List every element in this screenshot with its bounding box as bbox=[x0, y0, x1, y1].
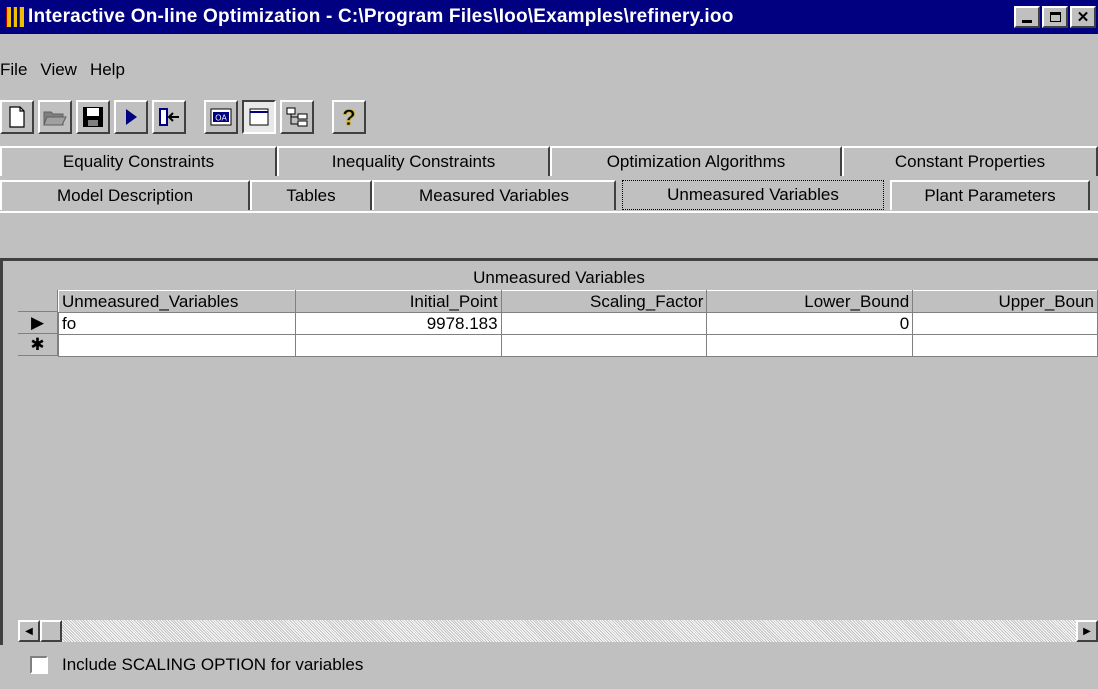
blank-page-icon bbox=[249, 108, 269, 126]
open-button[interactable] bbox=[38, 100, 72, 134]
grid-cell[interactable] bbox=[58, 334, 296, 357]
tab-row-top: Equality Constraints Inequality Constrai… bbox=[0, 142, 1098, 176]
open-folder-icon bbox=[43, 111, 67, 126]
arrow-right-icon: ▶ bbox=[1083, 625, 1091, 637]
tree-icon bbox=[286, 107, 308, 127]
help-button[interactable]: ? bbox=[332, 100, 366, 134]
tab-optimization-algorithms[interactable]: Optimization Algorithms bbox=[550, 146, 842, 176]
menu-view[interactable]: View bbox=[36, 60, 86, 80]
table-row: fo 9978.183 0 bbox=[58, 312, 1098, 335]
svg-text:?: ? bbox=[342, 105, 355, 129]
current-row-icon: ▶ bbox=[30, 312, 45, 332]
grid-cell[interactable] bbox=[294, 334, 502, 357]
grid-corner-header bbox=[18, 290, 58, 312]
scaling-option-label: Include SCALING OPTION for variables bbox=[62, 655, 364, 674]
svg-text:OA: OA bbox=[215, 114, 227, 123]
grid-cell[interactable] bbox=[500, 312, 708, 335]
grid-cell[interactable] bbox=[912, 312, 1098, 335]
close-icon: ✕ bbox=[1076, 9, 1090, 26]
save-button[interactable] bbox=[76, 100, 110, 134]
tab-panel-edge bbox=[0, 211, 1098, 213]
row-indicator-new[interactable]: ✱ bbox=[18, 334, 58, 356]
oa-icon: OA bbox=[210, 108, 232, 126]
column-header[interactable]: Upper_Boun bbox=[912, 290, 1098, 313]
main-window: Interactive On-line Optimization - C:\Pr… bbox=[0, 0, 1098, 689]
scaling-option-checkbox[interactable] bbox=[30, 656, 48, 674]
menu-bar: File View Help bbox=[0, 56, 134, 84]
exit-icon bbox=[159, 108, 179, 126]
column-header[interactable]: Initial_Point bbox=[294, 290, 502, 313]
blank-page-button[interactable] bbox=[242, 100, 276, 134]
title-bar[interactable]: Interactive On-line Optimization - C:\Pr… bbox=[0, 0, 1098, 34]
run-button[interactable] bbox=[114, 100, 148, 134]
menu-file[interactable]: File bbox=[0, 60, 36, 80]
maximize-button[interactable] bbox=[1042, 6, 1068, 28]
tree-button[interactable] bbox=[280, 100, 314, 134]
tab-plant-parameters[interactable]: Plant Parameters bbox=[890, 180, 1090, 210]
tab-unmeasured-variables[interactable]: Unmeasured Variables bbox=[622, 180, 884, 210]
tab-tables[interactable]: Tables bbox=[250, 180, 372, 210]
grid-cell[interactable]: 9978.183 bbox=[294, 312, 502, 335]
save-icon bbox=[83, 107, 103, 127]
menu-help[interactable]: Help bbox=[86, 60, 134, 80]
run-icon bbox=[126, 109, 137, 125]
new-row-icon: ✱ bbox=[30, 334, 45, 354]
scroll-thumb[interactable] bbox=[40, 620, 62, 642]
row-indicator-current[interactable]: ▶ bbox=[18, 312, 58, 334]
maximize-icon bbox=[1049, 12, 1061, 22]
grid-caption: Unmeasured Variables bbox=[20, 268, 1098, 290]
table-row bbox=[58, 334, 1098, 357]
grid-table: Unmeasured_Variables Initial_Point Scali… bbox=[58, 290, 1098, 357]
grid-cell[interactable] bbox=[706, 334, 914, 357]
tab-row-bottom: Model Description Tables Measured Variab… bbox=[0, 176, 1090, 210]
column-header[interactable]: Lower_Bound bbox=[706, 290, 914, 313]
help-icon: ? bbox=[342, 105, 356, 129]
scroll-left-button[interactable]: ◀ bbox=[18, 620, 40, 642]
new-file-button[interactable] bbox=[0, 100, 34, 134]
minimize-button[interactable] bbox=[1014, 6, 1040, 28]
tab-measured-variables[interactable]: Measured Variables bbox=[372, 180, 616, 210]
column-header[interactable]: Scaling_Factor bbox=[500, 290, 708, 313]
arrow-left-icon: ◀ bbox=[25, 625, 33, 637]
oa-button[interactable]: OA bbox=[204, 100, 238, 134]
scroll-track[interactable] bbox=[62, 620, 1076, 642]
close-button[interactable]: ✕ bbox=[1070, 6, 1096, 28]
exit-button[interactable] bbox=[152, 100, 186, 134]
tab-equality-constraints[interactable]: Equality Constraints bbox=[0, 146, 277, 176]
grid-cell[interactable]: 0 bbox=[706, 312, 914, 335]
tab-model-description[interactable]: Model Description bbox=[0, 180, 250, 210]
tab-inequality-constraints[interactable]: Inequality Constraints bbox=[277, 146, 550, 176]
grid-cell[interactable] bbox=[912, 334, 1098, 357]
column-header[interactable]: Unmeasured_Variables bbox=[58, 290, 296, 313]
tab-constant-properties[interactable]: Constant Properties bbox=[842, 146, 1098, 176]
toolbar: OA ? bbox=[0, 97, 370, 137]
scroll-right-button[interactable]: ▶ bbox=[1076, 620, 1098, 642]
window-title: Interactive On-line Optimization - C:\Pr… bbox=[28, 6, 734, 27]
minimize-icon bbox=[1022, 19, 1032, 23]
app-icon bbox=[6, 7, 25, 27]
new-file-icon bbox=[9, 106, 25, 128]
grid-header-row: Unmeasured_Variables Initial_Point Scali… bbox=[58, 290, 1098, 313]
grid-cell[interactable] bbox=[500, 334, 708, 357]
horizontal-scrollbar[interactable]: ◀ ▶ bbox=[18, 620, 1098, 642]
scaling-option-row[interactable]: Include SCALING OPTION for variables bbox=[30, 655, 363, 675]
grid-cell[interactable]: fo bbox=[58, 312, 296, 335]
